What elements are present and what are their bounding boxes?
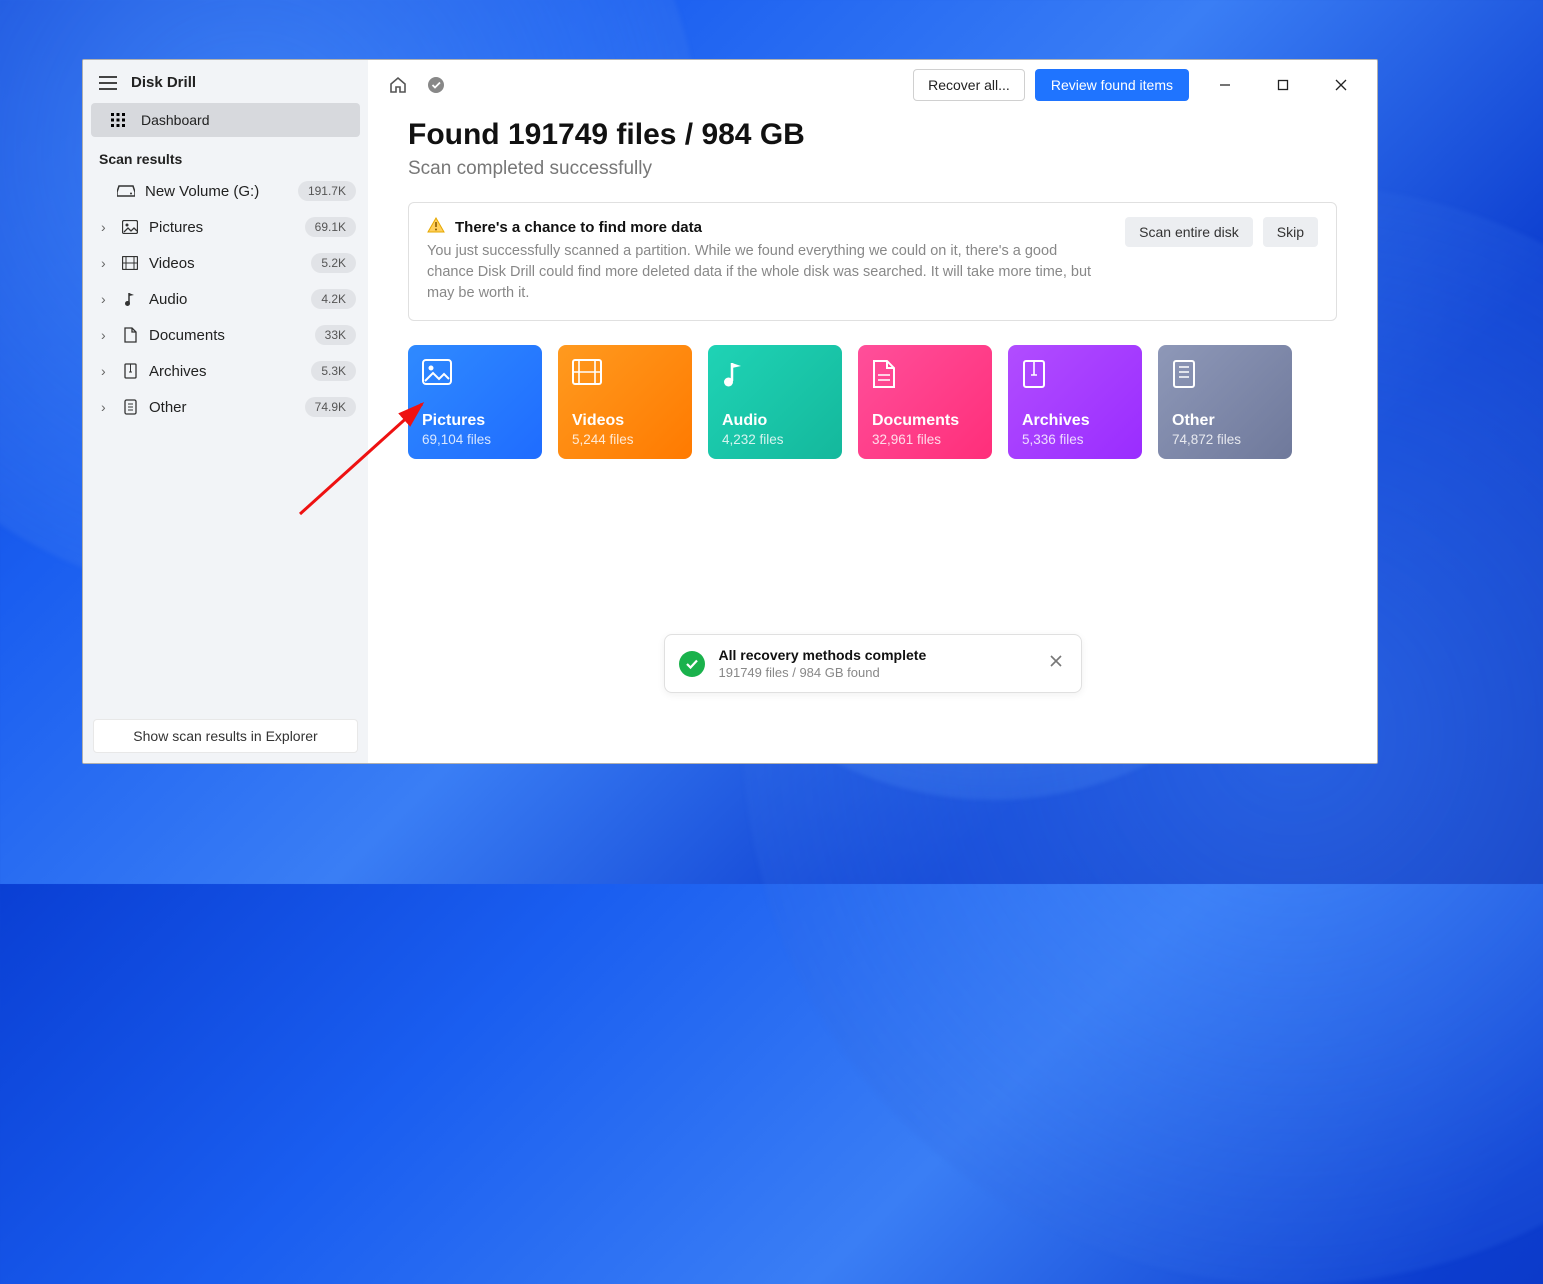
card-sub: 69,104 files: [422, 432, 528, 447]
toast-close-button[interactable]: [1045, 650, 1067, 677]
sidebar-item-label: Audio: [149, 291, 301, 308]
page-title: Found 191749 files / 984 GB: [408, 118, 1337, 152]
sidebar-item-archives[interactable]: › Archives 5.3K: [83, 353, 368, 389]
close-button[interactable]: [1319, 69, 1363, 101]
content: Found 191749 files / 984 GB Scan complet…: [368, 110, 1377, 459]
document-icon: [121, 327, 139, 343]
grid-icon: [109, 113, 127, 127]
sidebar-item-label: Pictures: [149, 219, 295, 236]
button-label: Show scan results in Explorer: [133, 728, 317, 744]
sidebar-item-count: 74.9K: [305, 397, 356, 417]
card-title: Audio: [722, 412, 828, 430]
button-label: Skip: [1277, 224, 1304, 240]
category-cards: Pictures 69,104 files Videos 5,244 files: [408, 345, 1337, 459]
sidebar-item-count: 4.2K: [311, 289, 356, 309]
sidebar-item-label: Other: [149, 399, 295, 416]
sidebar-volume-count: 191.7K: [298, 181, 356, 201]
card-pictures[interactable]: Pictures 69,104 files: [408, 345, 542, 459]
card-archives[interactable]: Archives 5,336 files: [1008, 345, 1142, 459]
music-note-icon: [121, 291, 139, 307]
card-sub: 5,336 files: [1022, 432, 1128, 447]
sidebar-item-count: 5.2K: [311, 253, 356, 273]
toolbar: Recover all... Review found items: [368, 60, 1377, 110]
film-icon: [121, 256, 139, 270]
image-icon: [121, 220, 139, 234]
card-other[interactable]: Other 74,872 files: [1158, 345, 1292, 459]
app-window: Disk Drill Dashboard Scan results New Vo…: [82, 59, 1378, 764]
chevron-right-icon: ›: [101, 291, 111, 307]
card-videos[interactable]: Videos 5,244 files: [558, 345, 692, 459]
scan-entire-disk-button[interactable]: Scan entire disk: [1125, 217, 1253, 247]
sidebar-item-other[interactable]: › Other 74.9K: [83, 389, 368, 425]
minimize-button[interactable]: [1203, 69, 1247, 101]
hamburger-icon[interactable]: [99, 76, 117, 90]
warning-icon: [427, 217, 445, 237]
sidebar-volume-label: New Volume (G:): [145, 183, 288, 200]
sidebar-item-pictures[interactable]: › Pictures 69.1K: [83, 209, 368, 245]
card-title: Documents: [872, 412, 978, 430]
button-label: Recover all...: [928, 77, 1010, 93]
recover-all-button[interactable]: Recover all...: [913, 69, 1025, 101]
sidebar-item-label: Documents: [149, 327, 305, 344]
card-sub: 32,961 files: [872, 432, 978, 447]
review-found-items-button[interactable]: Review found items: [1035, 69, 1189, 101]
chevron-right-icon: ›: [101, 219, 111, 235]
music-note-icon: [722, 359, 828, 389]
card-title: Other: [1172, 412, 1278, 430]
chevron-right-icon: ›: [101, 399, 111, 415]
sidebar-item-label: Archives: [149, 363, 301, 380]
file-icon: [121, 399, 139, 415]
archive-icon: [121, 363, 139, 379]
chevron-right-icon: ›: [101, 363, 111, 379]
sidebar-item-dashboard[interactable]: Dashboard: [91, 103, 360, 137]
button-label: Review found items: [1051, 77, 1173, 93]
card-sub: 5,244 files: [572, 432, 678, 447]
main-panel: Recover all... Review found items Found …: [368, 60, 1377, 763]
film-icon: [572, 359, 678, 389]
skip-button[interactable]: Skip: [1263, 217, 1318, 247]
card-sub: 74,872 files: [1172, 432, 1278, 447]
recovery-complete-toast: All recovery methods complete 191749 fil…: [664, 634, 1082, 693]
chevron-right-icon: ›: [101, 327, 111, 343]
card-title: Pictures: [422, 412, 528, 430]
show-in-explorer-button[interactable]: Show scan results in Explorer: [93, 719, 358, 753]
button-label: Scan entire disk: [1139, 224, 1239, 240]
sidebar-item-label: Dashboard: [141, 112, 344, 128]
check-circle-icon: [679, 651, 705, 677]
sidebar-item-volume[interactable]: New Volume (G:) 191.7K: [83, 173, 368, 209]
sidebar-item-audio[interactable]: › Audio 4.2K: [83, 281, 368, 317]
document-icon: [872, 359, 978, 389]
card-title: Archives: [1022, 412, 1128, 430]
toast-sub: 191749 files / 984 GB found: [719, 665, 1031, 680]
file-icon: [1172, 359, 1278, 389]
app-title: Disk Drill: [131, 74, 196, 91]
sidebar-item-videos[interactable]: › Videos 5.2K: [83, 245, 368, 281]
sidebar: Disk Drill Dashboard Scan results New Vo…: [83, 60, 368, 763]
home-icon[interactable]: [384, 71, 412, 99]
alert-heading: There's a chance to find more data: [455, 219, 702, 236]
sidebar-item-count: 5.3K: [311, 361, 356, 381]
sidebar-header: Disk Drill: [83, 60, 368, 101]
maximize-button[interactable]: [1261, 69, 1305, 101]
disk-icon: [117, 185, 135, 197]
image-icon: [422, 359, 528, 389]
check-badge-icon[interactable]: [422, 71, 450, 99]
toast-title: All recovery methods complete: [719, 647, 1031, 663]
sidebar-item-label: Videos: [149, 255, 301, 272]
page-subtitle: Scan completed successfully: [408, 158, 1337, 180]
sidebar-section-scan-results: Scan results: [83, 139, 368, 173]
chevron-right-icon: ›: [101, 255, 111, 271]
find-more-alert: There's a chance to find more data You j…: [408, 202, 1337, 321]
alert-text: You just successfully scanned a partitio…: [427, 241, 1107, 304]
card-sub: 4,232 files: [722, 432, 828, 447]
sidebar-item-count: 69.1K: [305, 217, 356, 237]
sidebar-item-documents[interactable]: › Documents 33K: [83, 317, 368, 353]
card-audio[interactable]: Audio 4,232 files: [708, 345, 842, 459]
sidebar-item-count: 33K: [315, 325, 356, 345]
archive-icon: [1022, 359, 1128, 389]
card-documents[interactable]: Documents 32,961 files: [858, 345, 992, 459]
card-title: Videos: [572, 412, 678, 430]
